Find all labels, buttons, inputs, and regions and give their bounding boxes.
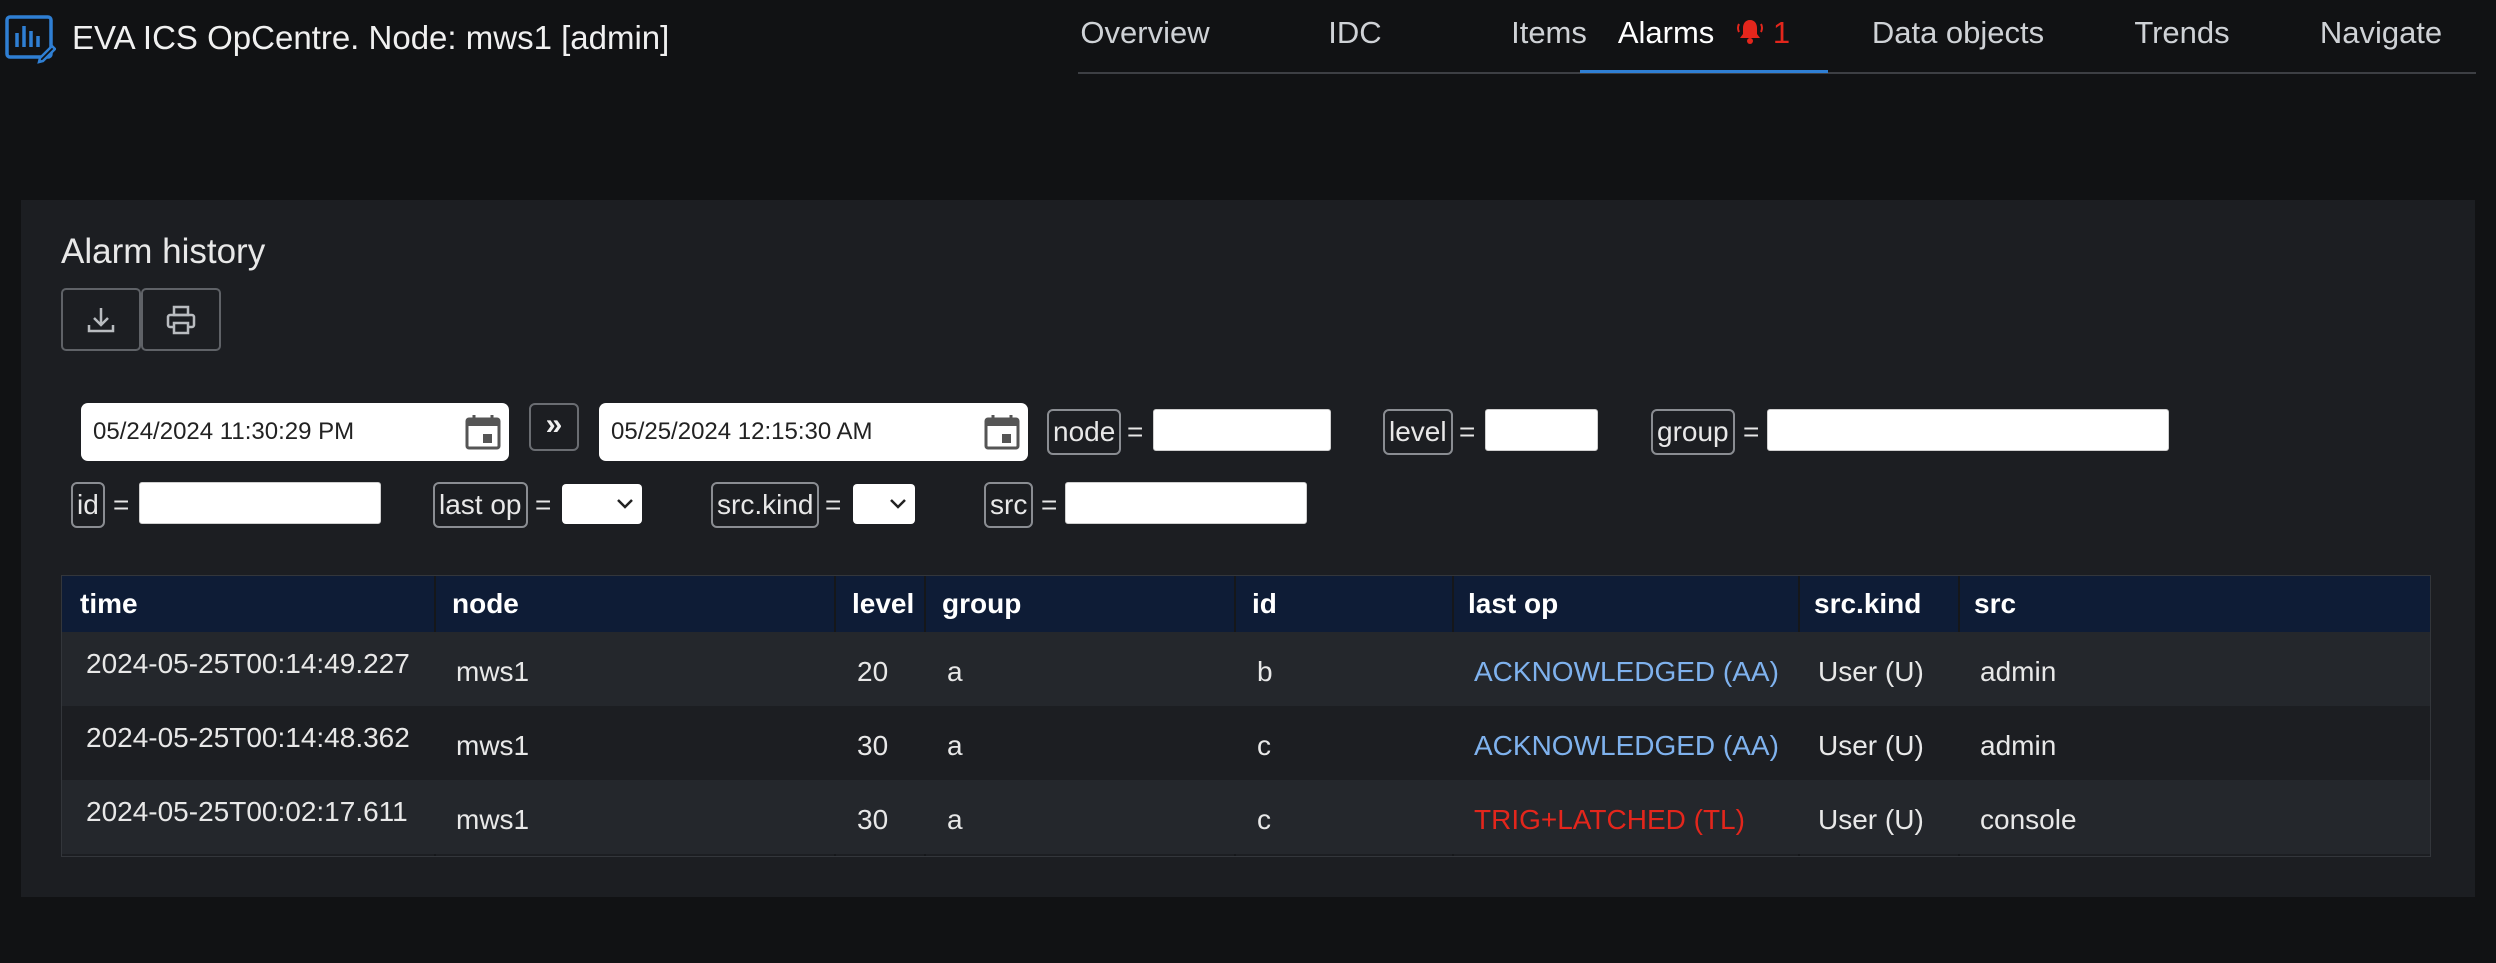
date-from-value: 05/24/2024 11:30:29 PM (93, 418, 355, 445)
chevron-down-icon (617, 499, 633, 509)
filter-src-input[interactable] (1065, 482, 1307, 524)
table-row[interactable]: 2024-05-25T00:02:17.611 mws1 30 a c TRIG… (62, 780, 2430, 854)
cell-last-op: ACKNOWLEDGED (AA) (1474, 730, 1779, 761)
tab-navigate[interactable]: Navigate (2306, 0, 2456, 72)
cell-last-op: TRIG+LATCHED (TL) (1474, 804, 1745, 835)
cell-src: admin (1980, 730, 2057, 761)
cell-group: a (947, 804, 963, 835)
cell-last-op: ACKNOWLEDGED (AA) (1474, 656, 1779, 687)
column-header-id[interactable]: id (1252, 576, 1277, 632)
equals-sign: = (1127, 416, 1144, 447)
tab-overview[interactable]: Overview (1078, 0, 1212, 72)
equals-sign: = (1041, 489, 1058, 520)
brand[interactable]: EVA ICS OpCentre. Node: mws1 [admin] (4, 12, 669, 64)
filter-level-label: level (1383, 409, 1453, 455)
tab-label: Data objects (1871, 15, 2045, 50)
filter-src-kind-label: src.kind (711, 482, 820, 528)
column-header-group[interactable]: group (942, 576, 1021, 632)
tab-label: Items (1511, 15, 1587, 50)
filter-last-op-select[interactable] (562, 484, 642, 524)
tab-idc[interactable]: IDC (1308, 0, 1402, 72)
tab-label: Alarms (1617, 15, 1715, 50)
cell-group: a (947, 730, 963, 761)
column-header-src-kind[interactable]: src.kind (1814, 576, 1921, 632)
filter-group-label: group (1651, 409, 1735, 455)
alarm-count-badge: 1 (1772, 15, 1791, 50)
date-from-input[interactable]: 05/24/2024 11:30:29 PM (81, 403, 509, 461)
app-logo-icon (5, 15, 56, 64)
date-to-value: 05/25/2024 12:15:30 AM (611, 418, 873, 445)
filter-id-input[interactable] (139, 482, 381, 524)
cell-group: a (947, 656, 963, 687)
tab-label: IDC (1328, 15, 1382, 50)
cell-src-kind: User (U) (1818, 730, 1924, 761)
filter-src-label: src (984, 482, 1034, 528)
panel-title: Alarm history (61, 232, 266, 271)
cell-src-kind: User (U) (1818, 656, 1924, 687)
app-title: EVA ICS OpCentre. Node: mws1 [admin] (72, 19, 670, 56)
range-arrow-button[interactable]: » (529, 403, 579, 451)
tab-label: Navigate (2319, 15, 2443, 50)
column-header-src[interactable]: src (1974, 576, 2016, 632)
cell-level: 30 (857, 730, 889, 761)
calendar-icon[interactable] (463, 412, 503, 452)
equals-sign: = (535, 489, 552, 520)
filter-last-op-label: last op (433, 482, 528, 528)
printer-icon (166, 305, 196, 334)
cell-id: c (1257, 804, 1271, 835)
cell-id: c (1257, 730, 1271, 761)
column-header-time[interactable]: time (80, 576, 138, 632)
cell-node: mws1 (456, 656, 530, 687)
filter-src-kind-select[interactable] (853, 484, 915, 524)
main-nav: Overview IDC Items Alarms 1 Data objects… (1078, 0, 2476, 74)
calendar-icon[interactable] (982, 412, 1022, 452)
filter-id-label: id (71, 482, 105, 528)
cell-id: b (1257, 656, 1273, 687)
tab-label: Trends (2134, 15, 2230, 50)
alarm-history-panel: Alarm history 05/24/2024 11:30:29 PM » 0… (21, 200, 2475, 897)
print-button[interactable] (141, 288, 221, 351)
date-to-input[interactable]: 05/25/2024 12:15:30 AM (599, 403, 1028, 461)
tab-label: Overview (1080, 15, 1210, 50)
table-row[interactable]: 2024-05-25T00:14:48.362 mws1 30 a c ACKN… (62, 706, 2430, 780)
equals-sign: = (113, 489, 130, 520)
tab-data-objects[interactable]: Data objects (1858, 0, 2058, 72)
cell-node: mws1 (456, 730, 530, 761)
download-icon (87, 307, 115, 332)
table-row[interactable]: 2024-05-25T00:14:49.227 mws1 20 a b ACKN… (62, 632, 2430, 706)
cell-src: console (1980, 804, 2077, 835)
tab-alarms[interactable]: Alarms 1 (1580, 0, 1828, 73)
cell-level: 30 (857, 804, 889, 835)
filter-node-input[interactable] (1153, 409, 1331, 451)
top-bar: EVA ICS OpCentre. Node: mws1 [admin] Ove… (0, 0, 2496, 80)
cell-src-kind: User (U) (1818, 804, 1924, 835)
cell-src: admin (1980, 656, 2057, 687)
column-header-level[interactable]: level (852, 576, 914, 632)
filter-node-label: node (1047, 409, 1122, 455)
filter-group-input[interactable] (1767, 409, 2169, 451)
tab-trends[interactable]: Trends (2122, 0, 2242, 72)
alarm-bell-icon (1736, 20, 1763, 44)
cell-time: 2024-05-25T00:14:48.362 (86, 722, 410, 753)
download-button[interactable] (61, 288, 141, 351)
equals-sign: = (1459, 416, 1476, 447)
alarm-history-table: time node level group id last op src.kin… (61, 575, 2431, 857)
equals-sign: = (1743, 416, 1760, 447)
cell-time: 2024-05-25T00:14:49.227 (86, 648, 410, 679)
equals-sign: = (825, 489, 842, 520)
column-header-node[interactable]: node (452, 576, 519, 632)
cell-node: mws1 (456, 804, 530, 835)
cell-level: 20 (857, 656, 889, 687)
cell-time: 2024-05-25T00:02:17.611 (86, 796, 408, 827)
column-header-last-op[interactable]: last op (1468, 576, 1558, 632)
table-header: time node level group id last op src.kin… (62, 576, 2430, 632)
filter-level-input[interactable] (1485, 409, 1598, 451)
chevron-down-icon (890, 499, 906, 509)
